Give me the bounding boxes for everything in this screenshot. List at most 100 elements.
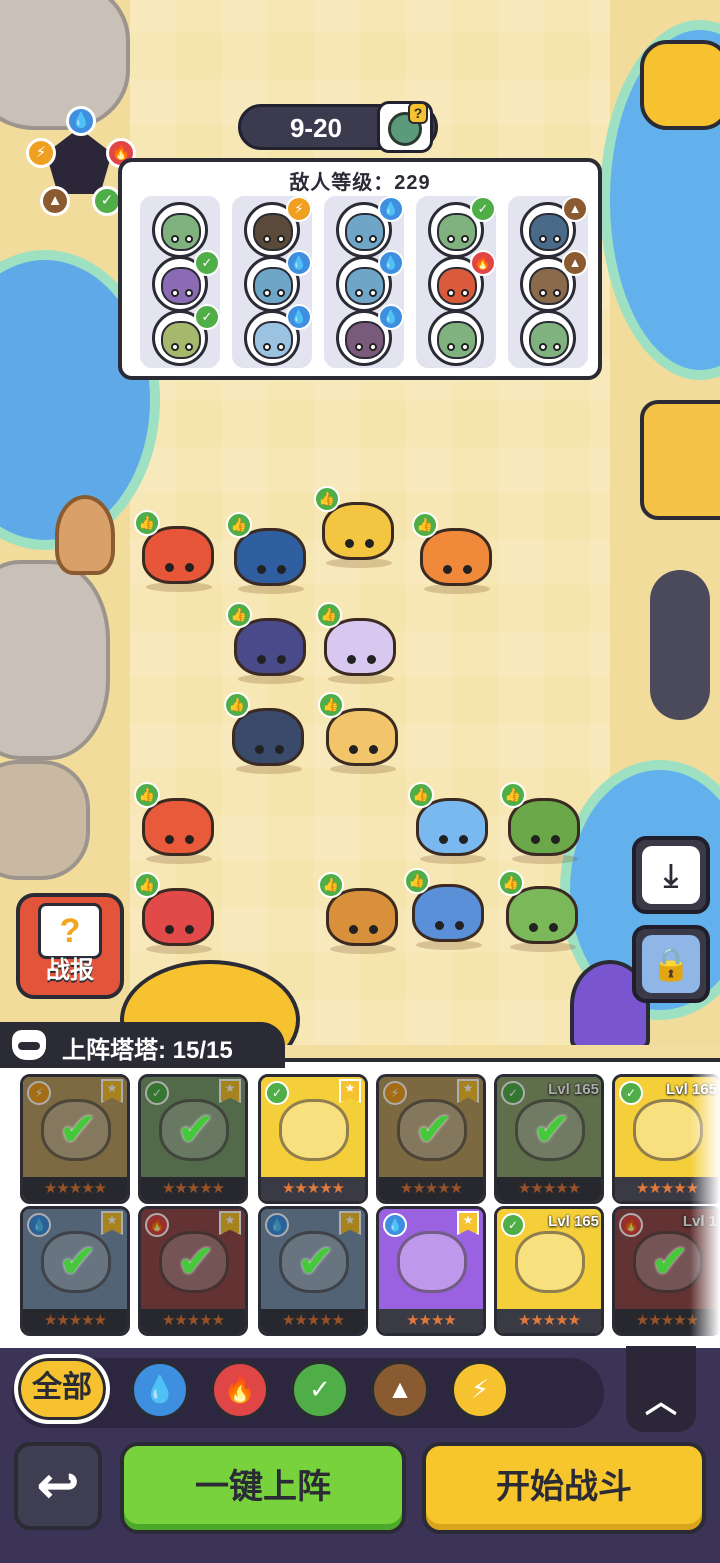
enemy-eye	[447, 289, 455, 297]
unit-card[interactable]: 💧 ★ ★★★★	[376, 1206, 486, 1336]
rank-badge-icon: ★	[339, 1211, 361, 1235]
unit-card[interactable]: ✓ ★ ★★★★★	[258, 1074, 368, 1204]
water-element-icon: 💧	[286, 304, 312, 330]
ally-unit-ice-serpent[interactable]: 👍	[404, 868, 490, 950]
battle-report-button[interactable]: ? 战报	[16, 893, 124, 999]
enemy-column: 💧 💧 💧	[324, 196, 404, 368]
unit-card[interactable]: 🔥 ★ ✔ ★★★★★	[138, 1206, 248, 1336]
ally-unit-tiger[interactable]: 👍	[412, 512, 498, 594]
card-element-icon: 💧	[383, 1213, 407, 1237]
ally-unit-lion[interactable]: 👍	[314, 486, 400, 568]
unit-eye	[369, 745, 378, 754]
card-element-icon: 🔥	[619, 1213, 643, 1237]
enemy-eye	[539, 289, 547, 297]
enemy-eye	[355, 235, 363, 243]
ally-unit-weasel[interactable]: 👍	[318, 872, 404, 954]
ally-unit-shark[interactable]: 👍	[224, 692, 310, 774]
enemy-portrait[interactable]	[152, 202, 208, 258]
unit-card[interactable]: ⚡ ★ ✔ ★★★★★	[20, 1074, 130, 1204]
bolt-element-icon: ⚡	[26, 138, 56, 168]
enemy-eye	[369, 235, 377, 243]
battle-report-label: 战报	[46, 957, 94, 984]
ally-unit-jellyfish[interactable]: 👍	[408, 782, 494, 864]
ally-unit-unicorn-cat[interactable]: 👍	[316, 602, 402, 684]
filter-water-button[interactable]: 💧	[130, 1360, 190, 1420]
back-button[interactable]: ↩	[14, 1442, 102, 1530]
unit-card[interactable]: 💧 ★ ✔ ★★★★★	[20, 1206, 130, 1336]
enemy-face	[253, 213, 293, 251]
enemy-portrait[interactable]	[520, 310, 576, 366]
collapse-roster-button[interactable]: ︿	[626, 1346, 696, 1432]
filter-all-button[interactable]: 全部	[14, 1354, 110, 1424]
enemy-eye	[369, 289, 377, 297]
rank-badge-icon: ★	[219, 1079, 241, 1103]
unit-body	[142, 888, 214, 946]
card-stars: ★★★★★	[261, 1177, 365, 1201]
unit-body	[412, 884, 484, 942]
enemy-eye	[447, 235, 455, 243]
ally-unit-rhino[interactable]: 👍	[226, 602, 312, 684]
enemy-eye	[185, 343, 193, 351]
leaf-element-icon: ✓	[470, 196, 496, 222]
enemy-portrait[interactable]	[428, 310, 484, 366]
enemy-eye	[263, 289, 271, 297]
ally-unit-fox[interactable]: 👍	[318, 692, 404, 774]
thumbs-up-icon: 👍	[498, 870, 524, 896]
unit-eye	[257, 565, 266, 574]
unit-card[interactable]: ✓ ★ ✔ ★★★★★	[138, 1074, 248, 1204]
leaf-element-icon: ✓	[194, 250, 220, 276]
ally-unit-mantis[interactable]: 👍	[500, 782, 586, 864]
ally-unit-phoenix[interactable]: 👍	[134, 782, 220, 864]
unit-body	[506, 886, 578, 944]
filter-leaf-button[interactable]: ✓	[290, 1360, 350, 1420]
card-stars: ★★★★★	[497, 1309, 601, 1333]
unit-card[interactable]: ✓ Lvl 165 ★★★★★	[494, 1206, 604, 1336]
unit-card[interactable]: 💧 ★ ✔ ★★★★★	[258, 1206, 368, 1336]
unit-eye	[165, 925, 174, 934]
thumbs-up-icon: 👍	[224, 692, 250, 718]
enemy-face	[529, 213, 569, 251]
thumbs-up-icon: 👍	[134, 782, 160, 808]
rank-badge-icon: ★	[219, 1211, 241, 1235]
card-element-icon: ✓	[501, 1081, 525, 1105]
sand-castle	[640, 400, 720, 520]
thumbs-up-icon: 👍	[134, 872, 160, 898]
filter-earth-button[interactable]: ▲	[370, 1360, 430, 1420]
enemy-eye	[263, 235, 271, 243]
unit-card[interactable]: ⚡ ★ ✔ ★★★★★	[376, 1074, 486, 1204]
enemy-eye	[277, 289, 285, 297]
ally-unit-flower-frog[interactable]: 👍	[498, 870, 584, 952]
ally-unit-frog[interactable]: 👍	[134, 510, 220, 592]
lock-icon: 🔒	[651, 946, 691, 982]
unit-eye	[277, 565, 286, 574]
enemy-eye	[355, 343, 363, 351]
card-stars: ★★★★★	[141, 1309, 245, 1333]
card-level: Lvl 165	[548, 1081, 599, 1098]
auto-deploy-button[interactable]: 一键上阵	[120, 1442, 406, 1534]
ally-unit-dragon[interactable]: 👍	[134, 872, 220, 954]
ally-unit-toucan[interactable]: 👍	[226, 512, 312, 594]
rank-badge-icon: ★	[101, 1211, 123, 1235]
unit-body	[142, 798, 214, 856]
boss-info-icon[interactable]: ?	[377, 101, 433, 153]
enemy-face	[253, 321, 293, 359]
start-battle-button[interactable]: 开始战斗	[422, 1442, 706, 1534]
filter-fire-button[interactable]: 🔥	[210, 1360, 270, 1420]
card-stars: ★★★★★	[23, 1177, 127, 1201]
enemy-column: ✓ ✓	[140, 196, 220, 368]
unit-eye	[439, 835, 448, 844]
card-creature	[397, 1231, 467, 1293]
unit-eye	[257, 655, 266, 664]
enemy-face	[529, 321, 569, 359]
thumbs-up-icon: 👍	[226, 602, 252, 628]
enemy-panel: 敌人等级：229 ✓ ✓ ⚡ 💧 💧 💧 💧 💧 ✓ 🔥 ▲ ▲	[118, 158, 602, 380]
filter-bolt-button[interactable]: ⚡	[450, 1360, 510, 1420]
unit-eye	[255, 745, 264, 754]
enemy-eye	[553, 235, 561, 243]
lock-button[interactable]: 🔒	[632, 925, 710, 1003]
element-counter-wheel[interactable]: 💧 🔥 ✓ ▲ ⚡	[26, 106, 136, 216]
unit-card[interactable]: ✓ Lvl 165 ✔ ★★★★★	[494, 1074, 604, 1204]
download-button[interactable]: ⤓	[632, 836, 710, 914]
enemy-eye	[553, 289, 561, 297]
unit-eye	[347, 655, 356, 664]
